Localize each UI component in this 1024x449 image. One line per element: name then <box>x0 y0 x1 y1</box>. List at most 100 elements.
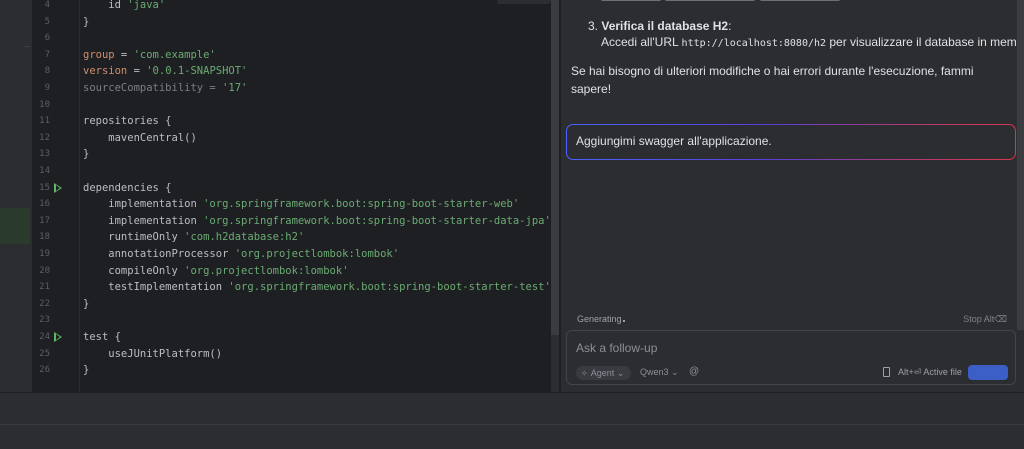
chat-scrollbar[interactable] <box>1017 0 1024 330</box>
code-line[interactable]: 17 implementation 'org.springframework.b… <box>32 213 551 230</box>
line-number: 9 <box>44 83 50 93</box>
code-line[interactable]: 14 <box>32 163 551 180</box>
code-token: testImplementation <box>83 281 229 294</box>
code-text: group = 'com.example' <box>83 47 216 64</box>
code-line[interactable]: 24 test { <box>32 329 551 346</box>
line-number: 7 <box>44 49 50 60</box>
code-text: compileOnly 'org.projectlombok:lombok' <box>83 263 349 280</box>
code-token: 'com.example' <box>133 48 216 61</box>
input-placeholder: Ask a follow-up <box>576 341 658 355</box>
code-line[interactable]: 19 annotationProcessor 'org.projectlombo… <box>32 246 551 263</box>
line-number: 25 <box>39 348 50 359</box>
code-text: } <box>83 14 89 31</box>
code-line[interactable]: 12 mavenCentral() <box>32 130 551 147</box>
mention-icon[interactable]: @ <box>689 366 699 377</box>
stop-button[interactable]: Stop Alt⌫ <box>963 314 1007 325</box>
code-token: 'com.h2database:h2' <box>184 231 305 244</box>
line-number: 6 <box>44 33 50 44</box>
code-line[interactable]: 22} <box>32 296 551 313</box>
status-bar <box>0 424 1024 449</box>
code-text: implementation 'org.springframework.boot… <box>83 213 551 230</box>
code-text: test { <box>83 329 121 346</box>
code-line[interactable]: 11 repositories { <box>32 113 551 130</box>
code-token: '0.0.1-SNAPSHOT' <box>146 65 248 78</box>
stop-label: Stop <box>963 314 982 324</box>
code-token: } <box>83 148 90 161</box>
code-token: mavenCentral() <box>83 131 197 144</box>
line-number: 19 <box>39 249 50 259</box>
active-file-toggle[interactable]: Alt+⏎ Active file <box>898 367 962 378</box>
run-icon[interactable] <box>54 182 62 193</box>
user-message: Aggiungimi swagger all'applicazione. <box>566 124 1016 160</box>
code-token: = <box>114 48 134 61</box>
code-line[interactable]: 23 <box>32 312 551 329</box>
code-token: 'org.projectlombok:lombok' <box>184 264 349 277</box>
code-token: 'org.springframework.boot:spring-boot-st… <box>203 214 551 227</box>
code-line[interactable]: 10 <box>32 97 551 114</box>
code-line[interactable]: 20 compileOnly 'org.projectlombok:lombok… <box>32 263 551 280</box>
line-number: 26 <box>39 365 50 376</box>
step-title: Verifica il database H2 <box>601 19 729 33</box>
code-token: useJUnitPlatform() <box>83 347 223 360</box>
code-text: testImplementation 'org.springframework.… <box>83 279 551 296</box>
line-number: 20 <box>39 265 50 276</box>
line-number: 24 <box>39 332 50 342</box>
code-line[interactable]: 8 version = '0.0.1-SNAPSHOT' <box>32 63 551 80</box>
code-line[interactable]: 4 id 'java' <box>32 0 551 14</box>
mode-selector[interactable]: ✧ Agent ⌄ <box>576 366 632 380</box>
follow-up-input[interactable]: Ask a follow-up ✧ Agent ⌄ Qwen3 ⌄ @ Alt+⏎… <box>566 330 1016 385</box>
step-3-detail: Accedi all'URL http://localhost:8080/h2 … <box>601 33 1024 53</box>
code-line[interactable]: 16 implementation 'org.springframework.b… <box>32 196 551 213</box>
code-line[interactable]: 6 <box>32 30 551 47</box>
run-icon[interactable] <box>54 332 62 342</box>
code-token: } <box>83 364 90 377</box>
code-line[interactable]: 21 testImplementation 'org.springframewo… <box>32 279 551 296</box>
editor-scrollbar[interactable] <box>551 0 559 335</box>
bottom-tool-bar <box>0 392 1024 424</box>
code-token: '17' <box>222 82 248 94</box>
line-number: 17 <box>39 215 50 226</box>
code-line[interactable]: 5} <box>32 14 551 31</box>
code-line[interactable]: 18 runtimeOnly 'com.h2database:h2' <box>32 229 551 246</box>
user-message-text: Aggiungimi swagger all'applicazione. <box>567 125 1015 159</box>
line-number: 14 <box>39 166 50 176</box>
ai-chat-panel: 3. Verifica il database H2: Accedi all'U… <box>561 0 1024 392</box>
mode-label: Agent <box>590 368 615 378</box>
line-number: 12 <box>39 132 50 143</box>
line-number: 10 <box>39 99 50 110</box>
assistant-closing-message: Se hai bisogno di ulteriori modifiche o … <box>571 64 974 96</box>
code-text: repositories { <box>83 113 172 130</box>
line-number: 15 <box>39 182 50 193</box>
code-editor[interactable]: 4 id 'java' 5} 6 7 group = 'com.example' 8 ver… <box>32 0 551 392</box>
code-token: 'org.projectlombok:lombok' <box>234 248 400 260</box>
code-token: 'java' <box>127 0 166 11</box>
code-text: implementation 'org.springframework.boot… <box>83 196 519 213</box>
code-line[interactable]: 26} <box>32 362 551 379</box>
h2-url[interactable]: http://localhost:8080/h2 <box>682 38 827 49</box>
code-token: = <box>127 65 147 78</box>
code-text: dependencies { <box>83 180 172 197</box>
code-text: } <box>83 146 89 163</box>
code-line[interactable]: 9 sourceCompatibility = '17' <box>32 80 551 97</box>
generating-label: Generating <box>577 314 622 324</box>
active-file-shortcut: Alt+⏎ <box>898 367 922 377</box>
code-text: mavenCentral() <box>83 130 197 147</box>
generation-status: Generating Stop Alt⌫ <box>577 314 1007 324</box>
code-token: dependencies { <box>83 181 172 194</box>
code-text: annotationProcessor 'org.projectlombok:l… <box>83 246 399 263</box>
model-selector[interactable]: Qwen3 ⌄ <box>640 367 679 378</box>
send-button[interactable] <box>968 365 1008 380</box>
code-token: } <box>83 297 90 310</box>
line-number: 8 <box>44 66 50 77</box>
code-text: } <box>83 296 89 313</box>
code-token: implementation <box>83 198 204 211</box>
line-number: 4 <box>44 0 50 10</box>
code-line[interactable]: 15 dependencies { <box>32 180 551 197</box>
code-line[interactable]: 25 useJUnitPlatform() <box>32 346 551 363</box>
step-colon: : <box>728 19 732 33</box>
code-line[interactable]: 13} <box>32 146 551 163</box>
code-text: version = '0.0.1-SNAPSHOT' <box>83 63 247 80</box>
code-token: test { <box>83 331 121 343</box>
code-line[interactable]: 7 group = 'com.example' <box>32 47 551 64</box>
line-number: 5 <box>44 16 50 27</box>
